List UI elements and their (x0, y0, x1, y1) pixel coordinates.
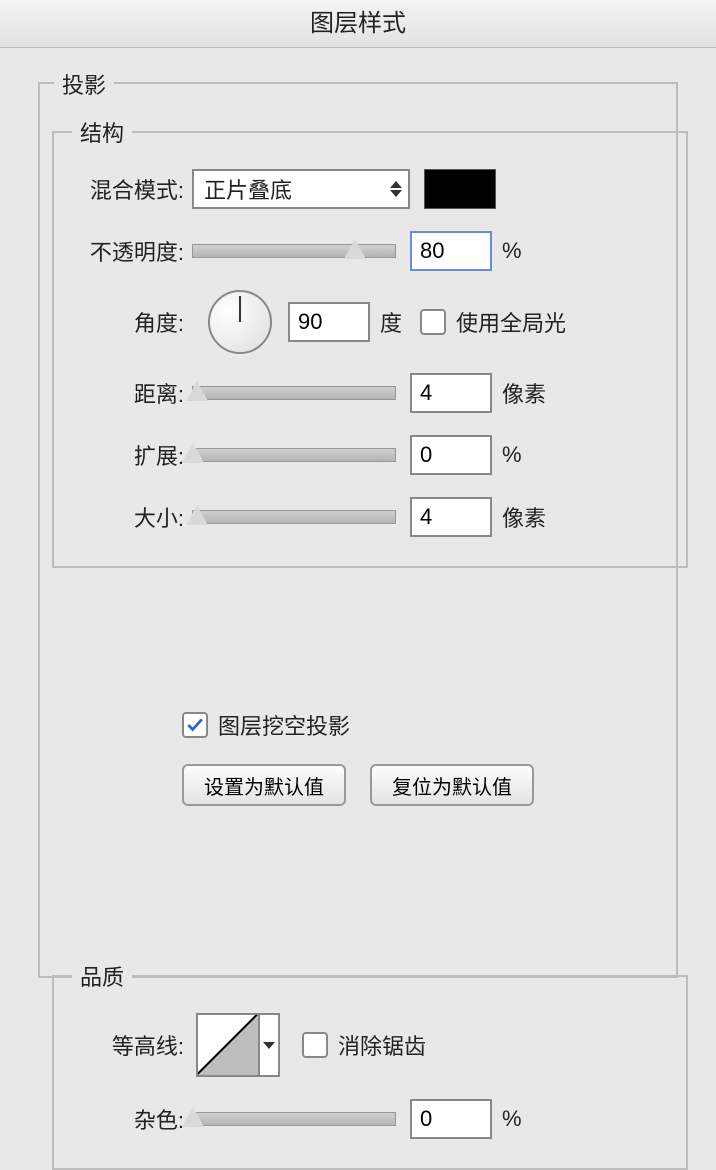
size-input[interactable] (410, 497, 492, 537)
reset-default-button[interactable]: 复位为默认值 (370, 764, 534, 806)
distance-unit: 像素 (502, 377, 546, 409)
blend-mode-select[interactable]: 正片叠底 (192, 169, 410, 209)
antialias-checkbox[interactable] (302, 1032, 328, 1058)
structure-legend: 结构 (72, 116, 132, 148)
angle-dial[interactable] (208, 290, 272, 354)
noise-slider[interactable] (192, 1112, 396, 1126)
noise-input[interactable] (410, 1099, 492, 1139)
noise-label: 杂色: (72, 1103, 192, 1135)
distance-slider-thumb[interactable] (186, 381, 208, 401)
opacity-label: 不透明度: (72, 235, 192, 267)
opacity-slider-thumb[interactable] (344, 239, 366, 259)
contour-label: 等高线: (72, 1029, 192, 1061)
size-slider[interactable] (192, 510, 396, 524)
footer-controls: 图层挖空投影 设置为默认值 复位为默认值 (52, 698, 664, 806)
angle-input[interactable] (288, 302, 370, 342)
opacity-unit: % (502, 238, 522, 264)
spread-label: 扩展: (72, 439, 192, 471)
distance-slider[interactable] (192, 386, 396, 400)
antialias-label: 消除锯齿 (338, 1029, 426, 1061)
spread-unit: % (502, 442, 522, 468)
distance-label: 距离: (72, 377, 192, 409)
quality-legend: 品质 (72, 960, 132, 992)
spread-input[interactable] (410, 435, 492, 475)
opacity-input[interactable] (410, 231, 492, 271)
knockout-checkbox[interactable] (182, 712, 208, 738)
angle-label: 角度: (72, 306, 192, 338)
size-label: 大小: (72, 501, 192, 533)
noise-slider-thumb[interactable] (182, 1107, 204, 1127)
layer-style-dialog: 图层样式 投影 结构 混合模式: 正片叠底 不透明度: (0, 0, 716, 1018)
spread-slider[interactable] (192, 448, 396, 462)
size-unit: 像素 (502, 501, 546, 533)
set-default-button[interactable]: 设置为默认值 (182, 764, 346, 806)
spread-slider-thumb[interactable] (182, 443, 204, 463)
contour-preview (198, 1015, 258, 1075)
drop-shadow-panel: 投影 结构 混合模式: 正片叠底 不透明度: % (38, 82, 678, 978)
quality-group: 品质 等高线: 消除锯齿 杂色: (52, 960, 688, 1170)
global-light-label: 使用全局光 (456, 306, 566, 338)
global-light-checkbox[interactable] (420, 309, 446, 335)
structure-group: 结构 混合模式: 正片叠底 不透明度: % (52, 116, 688, 568)
contour-dropdown-icon[interactable] (258, 1015, 278, 1075)
select-stepper-icon (390, 181, 402, 197)
shadow-color-swatch[interactable] (424, 169, 496, 209)
contour-picker[interactable] (196, 1013, 280, 1077)
opacity-slider[interactable] (192, 244, 396, 258)
panel-section-label: 投影 (54, 68, 114, 100)
blend-mode-label: 混合模式: (72, 173, 192, 205)
angle-unit: 度 (380, 306, 402, 338)
angle-needle (239, 296, 241, 322)
knockout-label: 图层挖空投影 (218, 709, 350, 741)
distance-input[interactable] (410, 373, 492, 413)
size-slider-thumb[interactable] (186, 505, 208, 525)
dialog-title: 图层样式 (0, 0, 716, 48)
noise-unit: % (502, 1106, 522, 1132)
blend-mode-value: 正片叠底 (204, 173, 292, 205)
